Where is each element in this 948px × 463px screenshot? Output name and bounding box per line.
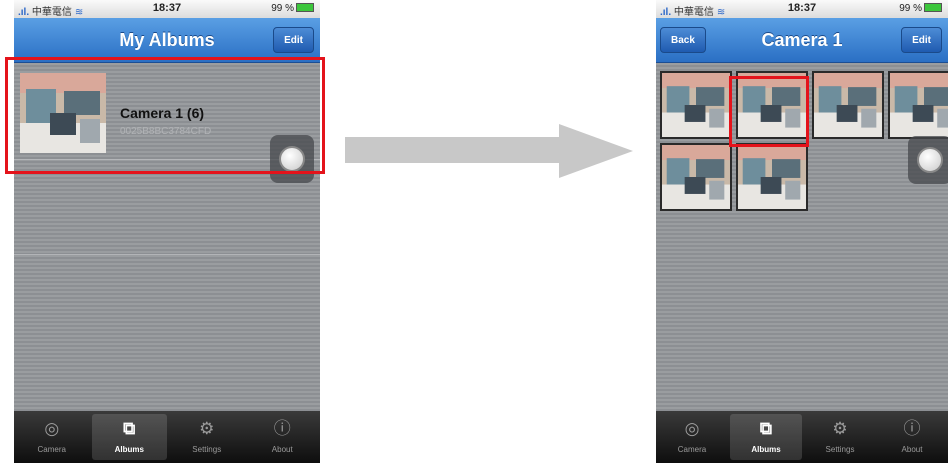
photo-highlight-box xyxy=(729,76,809,147)
photo-thumbnail[interactable] xyxy=(812,71,884,139)
tab-albums[interactable]: ⧉ Albums xyxy=(730,414,802,460)
battery-indicator: 99 % xyxy=(271,3,314,14)
settings-icon: ⚙ xyxy=(832,419,848,438)
camera-album-screen: .ıl. 中華電信 ≋ 18:37 99 % Back Camera 1 Edit… xyxy=(656,0,948,463)
edit-button[interactable]: Edit xyxy=(901,27,942,53)
tab-bar: ◎ Camera ⧉ Albums ⚙ Settings ⓘ About xyxy=(656,411,948,463)
tab-about[interactable]: ⓘ About xyxy=(876,411,948,463)
battery-icon xyxy=(924,3,942,12)
status-bar: .ıl. 中華電信 ≋ 18:37 99 % xyxy=(656,0,948,18)
photo-thumbnail[interactable] xyxy=(660,143,732,211)
photo-thumbnail[interactable] xyxy=(888,71,948,139)
info-icon: ⓘ xyxy=(903,419,921,438)
camera-icon: ◎ xyxy=(44,419,60,438)
tab-settings[interactable]: ⚙ Settings xyxy=(169,411,245,463)
tab-camera[interactable]: ◎ Camera xyxy=(656,411,728,463)
info-icon: ⓘ xyxy=(273,419,291,438)
photo-thumbnail[interactable] xyxy=(660,71,732,139)
tab-bar: ◎ Camera ⧉ Albums ⚙ Settings ⓘ About xyxy=(14,411,320,463)
photo-thumbnail[interactable] xyxy=(736,143,808,211)
battery-indicator: 99 % xyxy=(899,3,942,14)
battery-icon xyxy=(296,3,314,12)
assistive-touch-button[interactable] xyxy=(908,136,948,184)
albums-icon: ⧉ xyxy=(123,419,136,438)
camera-icon: ◎ xyxy=(684,419,700,438)
tab-albums[interactable]: ⧉ Albums xyxy=(91,414,167,460)
status-bar: .ıl. 中華電信 ≋ 18:37 99 % xyxy=(14,0,320,18)
transition-arrow-icon xyxy=(345,124,635,178)
tab-camera[interactable]: ◎ Camera xyxy=(14,411,90,463)
list-divider xyxy=(14,254,320,255)
edit-button[interactable]: Edit xyxy=(273,27,314,53)
settings-icon: ⚙ xyxy=(199,419,215,438)
navigation-bar: Back Camera 1 Edit xyxy=(656,18,948,63)
tab-settings[interactable]: ⚙ Settings xyxy=(804,411,876,463)
album-highlight-box xyxy=(5,57,325,174)
tab-about[interactable]: ⓘ About xyxy=(245,411,321,463)
albums-icon: ⧉ xyxy=(759,419,773,438)
